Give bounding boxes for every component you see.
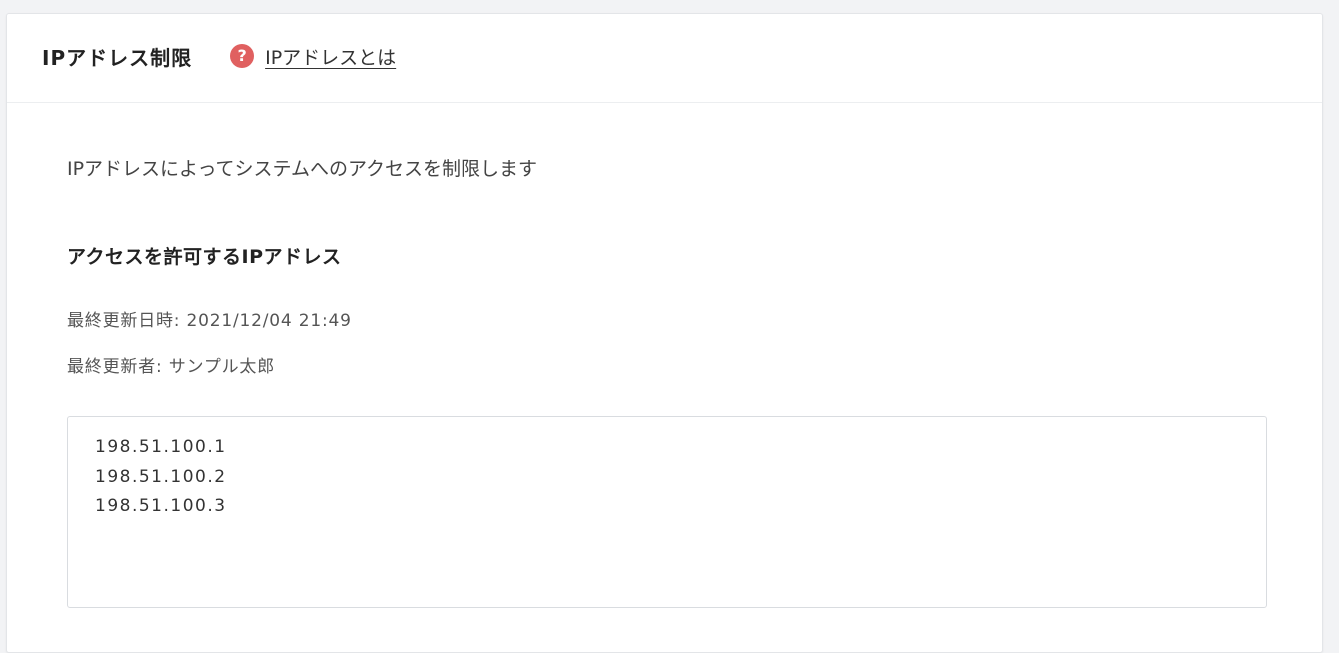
question-circle-icon: ? — [230, 44, 255, 68]
last-updated-line: 最終更新日時: 2021/12/04 21:49 — [67, 306, 352, 331]
ip-address-line: 198.51.100.1 — [95, 437, 227, 457]
last-updated-label: 最終更新日時: — [67, 311, 187, 331]
ip-address-list-textarea[interactable]: 198.51.100.1 198.51.100.2 198.51.100.3 — [67, 416, 1267, 608]
card-header: IPアドレス制限 ? IPアドレスとは — [7, 14, 1322, 103]
ip-restriction-card: IPアドレス制限 ? IPアドレスとは IPアドレスによってシステムへのアクセス… — [6, 13, 1323, 653]
last-updated-by-line: 最終更新者: サンプル太郎 — [67, 352, 275, 377]
last-updated-by-value: サンプル太郎 — [168, 357, 276, 377]
ip-address-line: 198.51.100.2 — [95, 466, 227, 487]
last-updated-by-label: 最終更新者: — [67, 357, 169, 377]
last-updated-value: 2021/12/04 21:49 — [186, 311, 352, 331]
help-link-label[interactable]: IPアドレスとは — [265, 43, 396, 70]
page-title: IPアドレス制限 — [42, 45, 193, 70]
description-text: IPアドレスによってシステムへのアクセスを制限します — [67, 158, 538, 180]
section-title: アクセスを許可するIPアドレス — [67, 246, 342, 268]
ip-address-help-link[interactable]: ? IPアドレスとは — [230, 43, 396, 70]
ip-address-line: 198.51.100.3 — [95, 496, 227, 516]
